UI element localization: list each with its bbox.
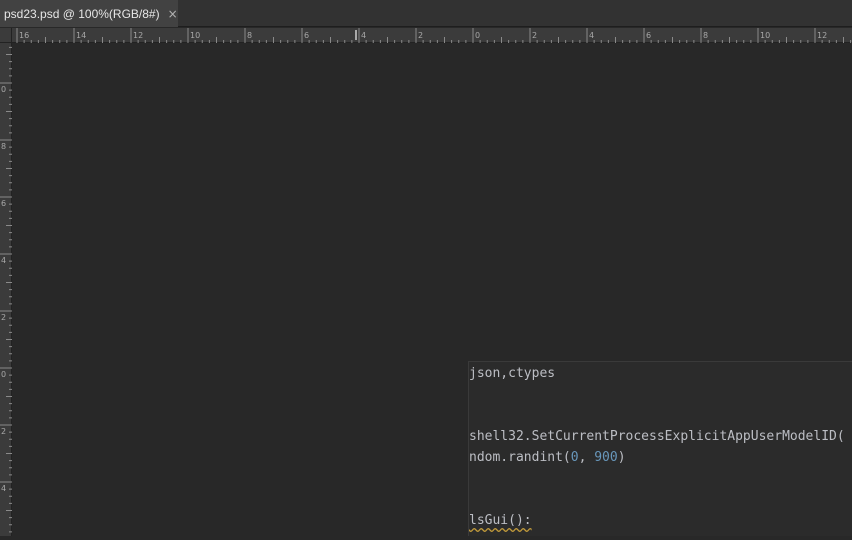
code-line-2: shell32.SetCurrentProcessExplicitAppUser… [469,429,845,444]
ruler-label-v: 4 [1,256,6,265]
code-line-4: lsGui(): [469,513,532,533]
ruler-label-v: 6 [1,199,6,208]
ruler-label-h: 10 [760,31,770,40]
horizontal-ruler[interactable]: 16 14 12 10 8 6 4 2 0 2 4 6 8 10 12 [12,28,852,43]
code-separator: , [578,450,595,465]
code-call-text: ndom.randint( [469,450,571,465]
ruler-label-h: 0 [475,31,480,40]
ruler-label-h: 6 [304,31,309,40]
horizontal-ruler-ticks: 16 14 12 10 8 6 4 2 0 2 4 6 8 10 12 [16,28,852,43]
ruler-label-h: 2 [418,31,423,40]
ruler-label-h: 4 [361,31,366,40]
ruler-label-v: 8 [1,142,6,151]
ruler-label-h: 10 [190,31,200,40]
ruler-label-h: 8 [703,31,708,40]
code-number-2: 900 [594,450,618,465]
ruler-label-h: 16 [19,31,29,40]
code-import-text: json,ctypes [469,366,556,381]
code-number-1: 0 [570,450,579,465]
ruler-label-v: 2 [1,313,6,322]
ruler-label-v: 4 [1,484,6,493]
code-line-3: ndom.randint(0, 900) [469,450,626,470]
ruler-label-h: 4 [589,31,594,40]
ruler-label-v: 0 [1,85,6,94]
ruler-label-h: 12 [133,31,143,40]
vertical-ruler-ticks: 0 8 6 4 2 0 2 4 [0,46,12,533]
ruler-label-h: 6 [646,31,651,40]
ruler-label-v: 0 [1,370,6,379]
ruler-label-h: 2 [532,31,537,40]
ruler-label-h: 12 [817,31,827,40]
ruler-label-h: 14 [76,31,86,40]
code-def-text: lsGui(): [469,513,532,528]
document-tab-bar: psd23.psd @ 100%(RGB/8#) × [0,0,852,27]
code-editor-panel[interactable]: json,ctypes shell32.SetCurrentProcessExp… [468,361,852,536]
code-line-1: json,ctypes [469,366,555,386]
ruler-label-h: 8 [247,31,252,40]
close-icon[interactable]: × [168,7,178,21]
document-tab-title: psd23.psd @ 100%(RGB/8#) [4,6,160,21]
document-tab[interactable]: psd23.psd @ 100%(RGB/8#) × [0,0,178,27]
ruler-label-v: 2 [1,427,6,436]
ruler-origin-corner[interactable] [0,28,12,43]
vertical-ruler[interactable]: 0 8 6 4 2 0 2 4 [0,43,12,536]
code-call-close: ) [617,450,626,465]
